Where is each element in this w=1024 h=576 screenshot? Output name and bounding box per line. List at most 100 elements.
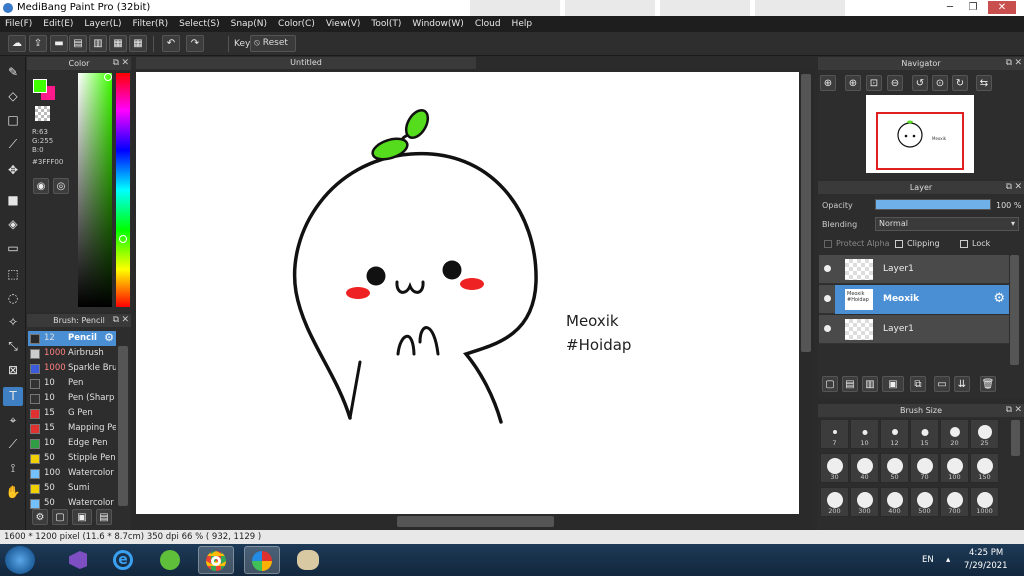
bucket-icon[interactable]: ◈ (3, 215, 23, 234)
hue-slider-handle[interactable] (119, 235, 127, 243)
zoom-fit-icon[interactable]: ⊕ (845, 75, 861, 91)
coc-coc-browser-icon[interactable] (152, 546, 188, 574)
brush-item[interactable]: 15 Mapping Pe (28, 421, 116, 436)
eraser-tool-icon[interactable]: ◇ (3, 87, 23, 106)
close-icon[interactable]: ✕ (1014, 181, 1022, 194)
canvas-tab[interactable]: Untitled (136, 57, 476, 69)
menu-edit[interactable]: Edit(E) (43, 19, 73, 29)
layer-row[interactable]: Layer1 (819, 255, 1009, 284)
brush-item[interactable]: 1000Sparkle Brus (28, 361, 116, 376)
copy-layer-icon[interactable]: ⧉ (910, 376, 926, 392)
visibility-icon[interactable] (824, 295, 831, 302)
message-icon[interactable]: ▤ (69, 35, 87, 52)
clock-date[interactable]: 7/29/2021 (964, 561, 1008, 571)
add-brush-icon[interactable]: ⚙ (32, 509, 48, 525)
saturation-value-picker[interactable] (78, 73, 112, 307)
brush-item[interactable]: 15 G Pen (28, 406, 116, 421)
menu-view[interactable]: View(V) (326, 19, 361, 29)
brush-size-option[interactable]: 40 (850, 453, 879, 483)
new-8bit-layer-icon[interactable]: ▥ (862, 376, 878, 392)
move-tool-icon[interactable]: ✥ (3, 161, 23, 180)
divide-tool-icon[interactable]: ⟋ (3, 435, 23, 454)
eyedropper-icon[interactable]: ⟟ (3, 459, 23, 478)
document-icon[interactable]: ▥ (89, 35, 107, 52)
vertical-scrollbar[interactable] (801, 74, 811, 352)
popout-icon[interactable]: ⧉ (113, 57, 119, 70)
color-picker-icon[interactable]: ◎ (53, 178, 69, 194)
redo-icon[interactable]: ↷ (186, 35, 204, 52)
add-layer-menu-icon[interactable]: ▣ (882, 376, 904, 392)
brush-list-scrollbar[interactable] (118, 346, 128, 506)
share-icon[interactable]: ⇪ (29, 35, 47, 52)
rotate-right-icon[interactable]: ↻ (952, 75, 968, 91)
brush-settings-icon[interactable]: ▤ (96, 509, 112, 525)
brush-size-option[interactable]: 150 (970, 453, 999, 483)
language-indicator[interactable]: EN (922, 555, 934, 565)
comment-icon[interactable]: ▬ (50, 35, 68, 52)
undo-icon[interactable]: ↶ (162, 35, 180, 52)
brush-settings-gear-icon[interactable]: ⚙ (104, 331, 114, 344)
menu-snap[interactable]: Snap(N) (231, 19, 267, 29)
restore-button[interactable]: ❐ (963, 1, 983, 14)
visibility-icon[interactable] (824, 325, 831, 332)
brush-size-option[interactable]: 7 (820, 419, 849, 449)
lock-checkbox[interactable] (960, 240, 968, 248)
visibility-icon[interactable] (824, 265, 831, 272)
fit-screen-icon[interactable]: ⊡ (866, 75, 882, 91)
reset-button[interactable]: ⦸ Reset (250, 35, 296, 52)
brush-item[interactable]: 50 Stipple Pen (28, 451, 116, 466)
brush-size-option[interactable]: 1000 (970, 487, 999, 517)
menu-filter[interactable]: Filter(R) (133, 19, 169, 29)
zoom-in-icon[interactable]: ⊕ (820, 75, 836, 91)
drawing-canvas[interactable]: Meoxik #Hoidap (136, 72, 799, 514)
layer-scrollbar[interactable] (1010, 255, 1019, 365)
lasso-select-icon[interactable]: ◌ (3, 289, 23, 308)
brush-item[interactable]: 1000 Airbrush (28, 346, 116, 361)
show-hidden-icons-icon[interactable]: ▴ (946, 555, 950, 565)
select-eraser-icon[interactable]: ⊠ (3, 361, 23, 380)
zoom-out-icon[interactable]: ⊖ (887, 75, 903, 91)
palette-icon[interactable]: ◉ (33, 178, 49, 194)
rect-select-icon[interactable]: ⬚ (3, 265, 23, 284)
minimize-button[interactable]: ─ (940, 1, 960, 14)
brush-item[interactable]: 10 Pen (28, 376, 116, 391)
close-icon[interactable]: ✕ (1014, 57, 1022, 70)
opacity-slider[interactable] (875, 199, 991, 210)
brush-item[interactable]: 10 Edge Pen (28, 436, 116, 451)
gradient-icon[interactable]: ▭ (3, 239, 23, 258)
blending-select[interactable]: Normal ▾ (875, 217, 1019, 231)
delete-layer-icon[interactable]: 🗑 (980, 376, 996, 392)
popout-icon[interactable]: ⧉ (113, 314, 119, 327)
brush-item[interactable]: 12 Pencil ⚙ (28, 331, 116, 346)
close-button[interactable]: ✕ (988, 1, 1016, 14)
close-icon[interactable]: ✕ (121, 314, 129, 327)
menu-layer[interactable]: Layer(L) (84, 19, 121, 29)
color-picker-handle[interactable] (104, 73, 112, 81)
popout-icon[interactable]: ⧉ (1006, 57, 1012, 70)
medibang-paint-icon[interactable] (244, 546, 280, 574)
brush-tool-icon[interactable]: ✎ (3, 63, 23, 82)
brush-size-scrollbar[interactable] (1011, 420, 1020, 456)
dot-tool-icon[interactable]: □ (3, 111, 23, 130)
brush-size-option[interactable]: 700 (940, 487, 969, 517)
brush-size-option[interactable]: 70 (910, 453, 939, 483)
magic-wand-icon[interactable]: ✧ (3, 313, 23, 332)
select-pen-icon[interactable]: ⤡ (3, 337, 23, 356)
merge-layer-icon[interactable]: ⇊ (954, 376, 970, 392)
hue-slider[interactable] (116, 73, 130, 307)
clock-time[interactable]: 4:25 PM (969, 548, 1003, 558)
brush-size-option[interactable]: 10 (850, 419, 879, 449)
horizontal-scrollbar[interactable] (397, 516, 554, 527)
grid-icon[interactable]: ▦ (129, 35, 147, 52)
new-layer-icon[interactable]: ▢ (822, 376, 838, 392)
brush-size-option[interactable]: 12 (880, 419, 909, 449)
correction-tool-icon[interactable]: ⟋ (3, 135, 23, 154)
popout-icon[interactable]: ⧉ (1006, 404, 1012, 417)
layer-settings-gear-icon[interactable]: ⚙ (993, 291, 1005, 306)
foreground-color-swatch[interactable] (33, 79, 47, 93)
new-brush-icon[interactable]: ▢ (52, 509, 68, 525)
operation-tool-icon[interactable]: ⌖ (3, 411, 23, 430)
menu-window[interactable]: Window(W) (412, 19, 463, 29)
flip-icon[interactable]: ⇆ (976, 75, 992, 91)
brush-size-option[interactable]: 30 (820, 453, 849, 483)
